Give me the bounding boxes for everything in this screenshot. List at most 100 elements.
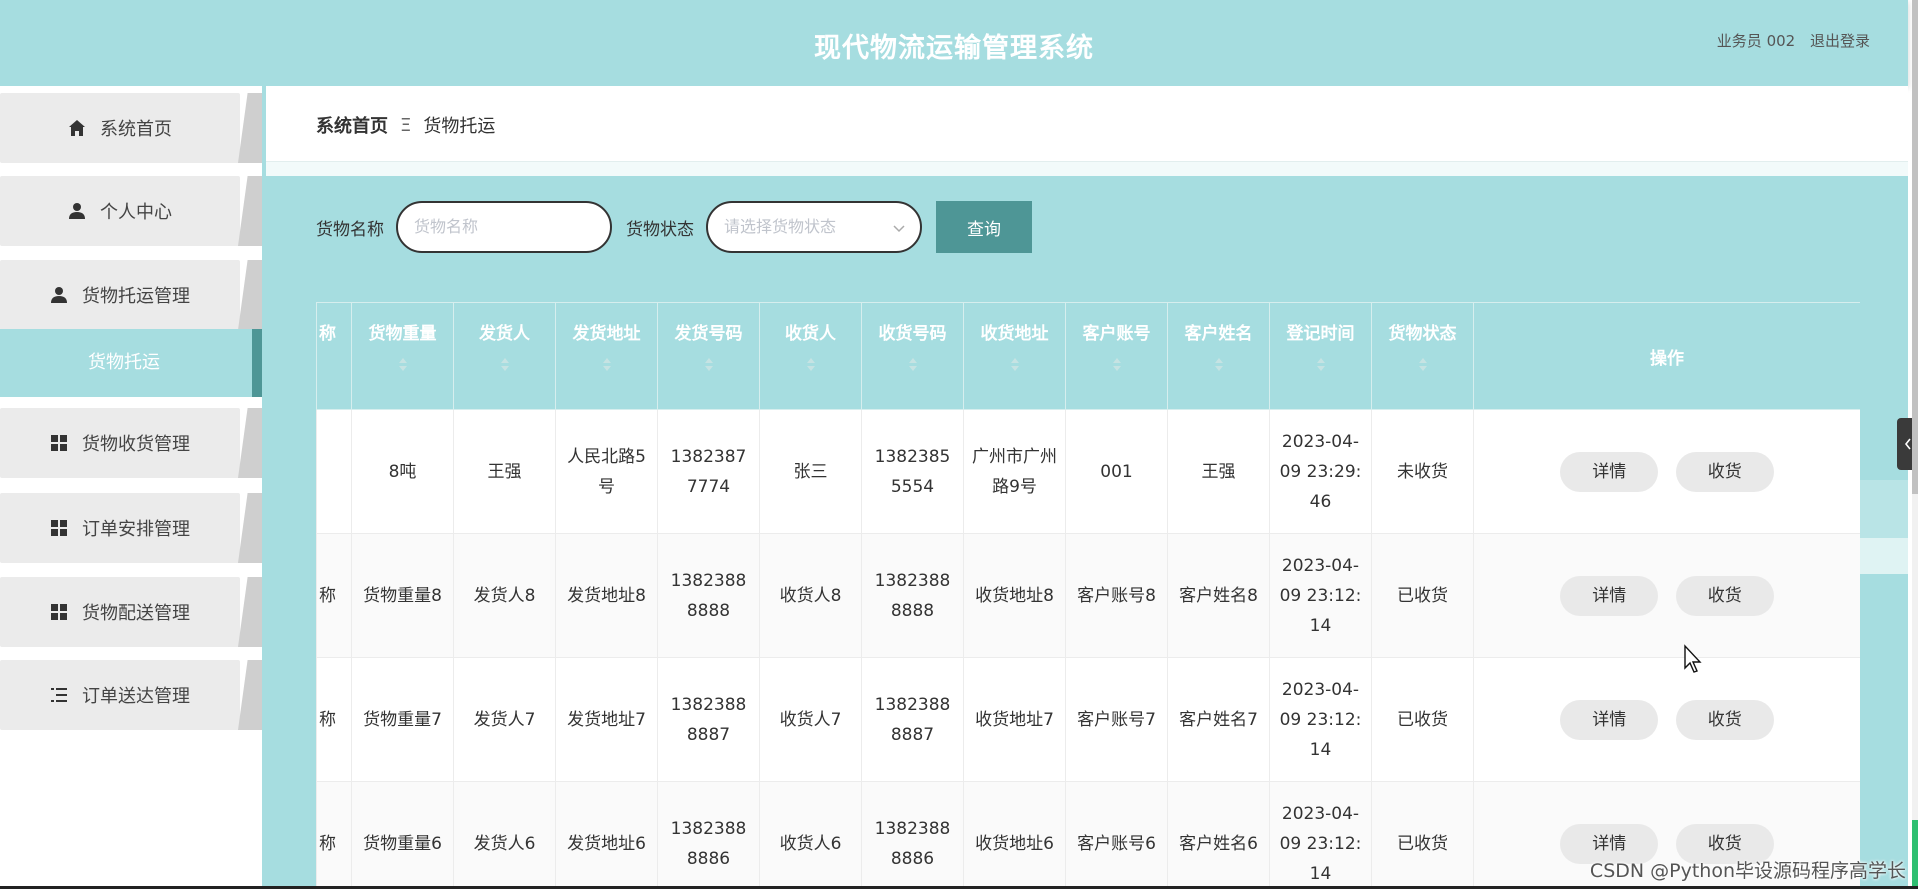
- sidebar-item-order-scheduling[interactable]: 订单安排管理: [0, 493, 262, 563]
- table-header-row: 称 货物重量 发货人 发货地址 发货号码 收货人 收货号码 收货地址 客户账号 …: [316, 302, 1860, 410]
- column-header[interactable]: 发货号码: [657, 302, 760, 410]
- table-cell: 2023-04-09 23:12:14: [1269, 533, 1372, 658]
- sort-icon[interactable]: [1316, 358, 1326, 372]
- sort-icon[interactable]: [806, 358, 816, 372]
- table-cell: 发货人8: [453, 533, 556, 658]
- receive-button[interactable]: 收货: [1675, 699, 1774, 740]
- sidebar-item-home[interactable]: 系统首页: [0, 93, 262, 163]
- mouse-cursor-icon: [1684, 644, 1702, 673]
- table-cell: 13823888886: [861, 781, 964, 889]
- table-cell: 13823888887: [861, 657, 964, 782]
- table-cell: 王强: [453, 409, 556, 534]
- sidebar-subitem-label: 货物托运: [88, 352, 160, 373]
- sort-icon[interactable]: [908, 358, 918, 372]
- home-icon: [69, 120, 85, 136]
- sidebar-item-label: 订单送达管理: [82, 686, 190, 707]
- table-cell: [316, 409, 352, 534]
- sidebar-item-delivery-management[interactable]: 货物配送管理: [0, 577, 262, 647]
- sidebar-item-profile[interactable]: 个人中心: [0, 176, 262, 246]
- table-cell: 已收货: [1371, 533, 1474, 658]
- sidebar-item-label: 系统首页: [100, 119, 172, 140]
- table-cell: 客户账号7: [1065, 657, 1168, 782]
- goods-status-select[interactable]: 请选择货物状态: [706, 201, 922, 253]
- sidebar-item-receiving-management[interactable]: 货物收货管理: [0, 408, 262, 478]
- table-cell: 8吨: [351, 409, 454, 534]
- breadcrumb-bar: 系统首页 Ξ 货物托运: [266, 86, 1908, 162]
- sort-icon[interactable]: [704, 358, 714, 372]
- table-cell: 称: [316, 533, 352, 658]
- user-icon: [51, 287, 67, 303]
- column-header[interactable]: 登记时间: [1269, 302, 1372, 410]
- table-cell: 13823888888: [657, 533, 760, 658]
- table-cell: 2023-04-09 23:29:46: [1269, 409, 1372, 534]
- column-header[interactable]: 发货地址: [555, 302, 658, 410]
- breadcrumb: 系统首页 Ξ 货物托运: [316, 112, 495, 138]
- search-form: 货物名称 货物名称 货物状态 请选择货物状态 查询: [316, 201, 1032, 253]
- sort-icon[interactable]: [398, 358, 408, 372]
- detail-button[interactable]: 详情: [1560, 575, 1659, 616]
- table-cell: 13823877774: [657, 409, 760, 534]
- column-header[interactable]: 发货人: [453, 302, 556, 410]
- data-table: 称 货物重量 发货人 发货地址 发货号码 收货人 收货号码 收货地址 客户账号 …: [316, 302, 1860, 889]
- goods-name-input[interactable]: 货物名称: [396, 201, 612, 253]
- column-header[interactable]: 收货地址: [963, 302, 1066, 410]
- search-button[interactable]: 查询: [936, 201, 1032, 253]
- chevron-left-icon: [1904, 438, 1911, 450]
- table-cell: 发货地址6: [555, 781, 658, 889]
- table-cell: 货物重量6: [351, 781, 454, 889]
- sort-icon[interactable]: [1112, 358, 1122, 372]
- receive-button[interactable]: 收货: [1675, 575, 1774, 616]
- goods-status-label: 货物状态: [626, 219, 694, 240]
- sort-icon[interactable]: [1010, 358, 1020, 372]
- column-header[interactable]: 称: [316, 302, 352, 410]
- table-cell: 收货地址8: [963, 533, 1066, 658]
- sidebar-item-consignment-management[interactable]: 货物托运管理: [0, 260, 262, 330]
- column-header[interactable]: 收货号码: [861, 302, 964, 410]
- table-cell: 已收货: [1371, 657, 1474, 782]
- grid-icon: [51, 435, 67, 451]
- top-header: 现代物流运输管理系统 业务员 002 退出登录: [0, 0, 1908, 86]
- scrollbar-thumb[interactable]: [1912, 0, 1918, 494]
- receive-button[interactable]: 收货: [1675, 451, 1774, 492]
- sidebar-item-order-arrival[interactable]: 订单送达管理: [0, 660, 262, 730]
- sort-icon[interactable]: [602, 358, 612, 372]
- table-cell: 称: [316, 657, 352, 782]
- table-cell: 13823888887: [657, 657, 760, 782]
- sidebar-item-label: 货物配送管理: [82, 603, 190, 624]
- column-header[interactable]: 客户姓名: [1167, 302, 1270, 410]
- main-content: 系统首页 Ξ 货物托运 货物名称 货物名称 货物状态 请选择货物状态 查询 称 …: [266, 86, 1908, 889]
- table-cell: 已收货: [1371, 781, 1474, 889]
- table-cell: 发货地址8: [555, 533, 658, 658]
- table-cell: 客户账号8: [1065, 533, 1168, 658]
- table-cell: 13823888886: [657, 781, 760, 889]
- logout-link[interactable]: 退出登录: [1810, 32, 1870, 50]
- actions-cell: 详情 收货: [1473, 533, 1860, 658]
- table-cell: 客户姓名8: [1167, 533, 1270, 658]
- table-row: 称 货物重量7 发货人7 发货地址7 13823888887 收货人7 1382…: [316, 657, 1860, 782]
- table-cell: 未收货: [1371, 409, 1474, 534]
- detail-button[interactable]: 详情: [1560, 699, 1659, 740]
- sort-icon[interactable]: [500, 358, 510, 372]
- breadcrumb-home[interactable]: 系统首页: [316, 112, 388, 138]
- column-header[interactable]: 货物状态: [1371, 302, 1474, 410]
- divider: [266, 162, 1908, 176]
- column-header-actions: 操作: [1473, 302, 1860, 410]
- sort-icon[interactable]: [1214, 358, 1224, 372]
- status-indicator: [1912, 820, 1918, 886]
- table-cell: 客户账号6: [1065, 781, 1168, 889]
- goods-status-placeholder: 请选择货物状态: [724, 217, 837, 236]
- sort-icon[interactable]: [1418, 358, 1428, 372]
- table-cell: 张三: [759, 409, 862, 534]
- table-cell: 收货人8: [759, 533, 862, 658]
- column-header[interactable]: 收货人: [759, 302, 862, 410]
- app-title: 现代物流运输管理系统: [814, 33, 1094, 64]
- column-header[interactable]: 客户账号: [1065, 302, 1168, 410]
- actions-cell: 详情 收货: [1473, 657, 1860, 782]
- detail-button[interactable]: 详情: [1560, 451, 1659, 492]
- sidebar-subitem-consignment[interactable]: 货物托运: [0, 329, 262, 397]
- column-header[interactable]: 货物重量: [351, 302, 454, 410]
- grid-icon: [51, 604, 67, 620]
- table-cell: 收货人7: [759, 657, 862, 782]
- user-icon: [69, 203, 85, 219]
- right-decoration: [1860, 480, 1908, 574]
